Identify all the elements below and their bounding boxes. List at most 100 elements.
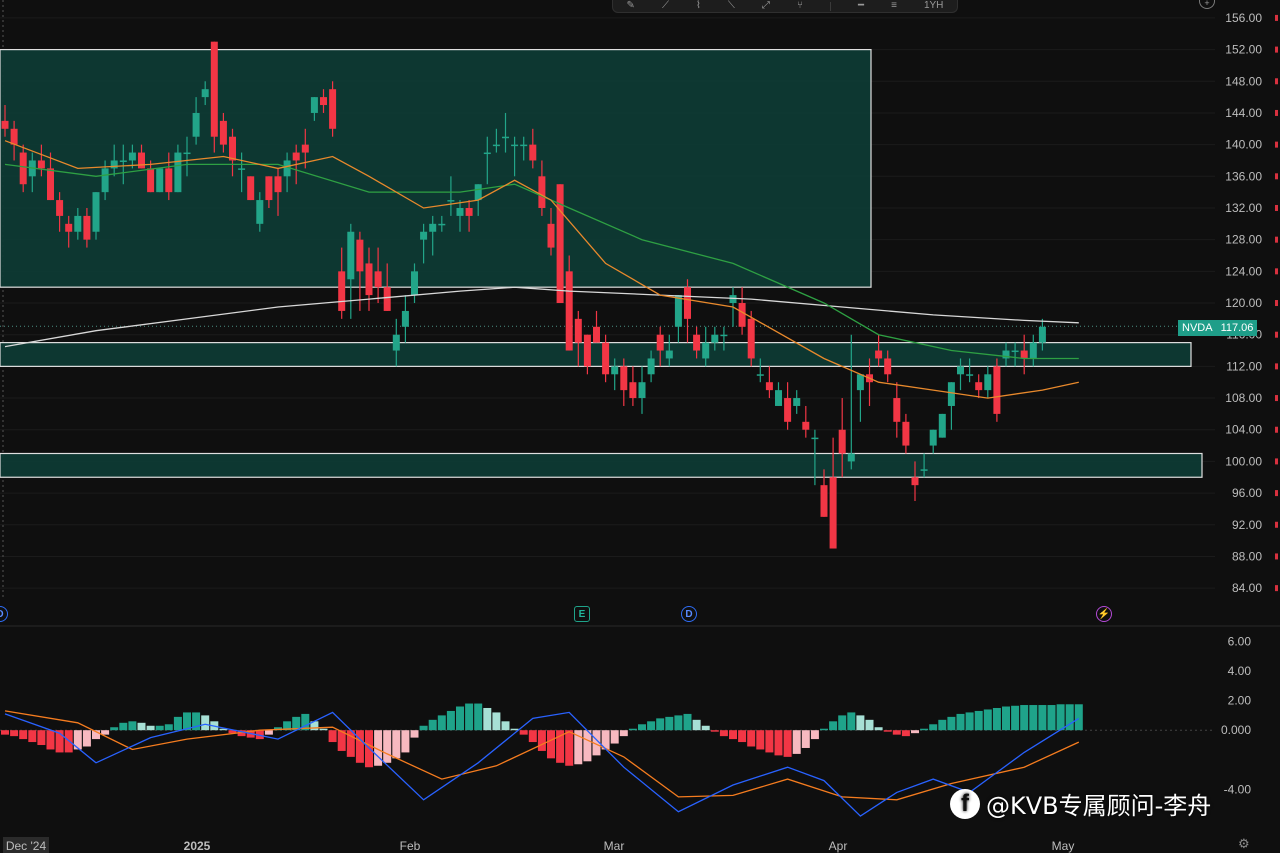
candle-body — [74, 215, 82, 232]
macd-histogram-bar — [756, 730, 765, 750]
interval-button[interactable]: 1YH — [924, 1, 943, 11]
watermark-text: @KVB专属顾问-李舟 — [986, 792, 1212, 820]
macd-histogram-bar — [173, 716, 182, 731]
candle-body — [274, 176, 282, 193]
brush-icon[interactable]: ✎ — [627, 1, 635, 11]
dividend-badge[interactable]: D — [681, 606, 697, 622]
candle-body — [665, 350, 673, 359]
fork-icon[interactable]: ⑂ — [797, 1, 803, 11]
macd-histogram-bar — [28, 730, 37, 743]
ray-icon[interactable]: ⤢ — [762, 1, 770, 11]
macd-histogram-bar — [765, 730, 774, 753]
macd-histogram-bar — [1074, 704, 1083, 731]
candle-body — [19, 152, 27, 185]
anchor-icon[interactable]: ⌇ — [696, 1, 701, 11]
candle-body — [392, 334, 400, 351]
candle-body — [702, 342, 710, 359]
candle-body — [947, 382, 955, 406]
gear-icon[interactable]: ⚙ — [1238, 836, 1250, 852]
macd-histogram-bar — [1029, 705, 1038, 731]
candle-body — [156, 168, 164, 193]
candle-body — [984, 374, 992, 391]
watermark: f @KVB专属顾问-李舟 — [950, 786, 1211, 821]
candle-body — [92, 192, 100, 232]
candle-body — [684, 287, 691, 319]
price-tick-label: 128.00 — [1225, 233, 1262, 247]
price-zone — [0, 48, 872, 288]
fib-icon[interactable]: ≡ — [891, 1, 897, 11]
earnings-badge[interactable]: E — [574, 606, 590, 622]
macd-histogram-bar — [437, 715, 446, 731]
axis-marker — [1275, 585, 1278, 592]
candle-body — [110, 160, 118, 169]
macd-histogram-bar — [1056, 704, 1065, 731]
trend-icon[interactable]: ⟍ — [728, 1, 735, 11]
macd-axis: 6.00 4.00 2.00 0.000 -4.00 — [1221, 634, 1251, 796]
macd-histogram-bar — [965, 712, 974, 731]
candle-body — [929, 429, 937, 446]
macd-histogram-bar — [674, 715, 683, 731]
candle-body — [938, 413, 946, 438]
hline-icon[interactable]: ━ — [858, 1, 864, 11]
candle-body — [993, 366, 1001, 414]
macd-histogram-bar — [938, 719, 947, 731]
macd-histogram-bar — [783, 730, 792, 757]
time-axis: Dec '24 2025 Feb Mar Apr May — [3, 837, 1074, 853]
macd-histogram-bar — [10, 730, 19, 737]
candle-body — [856, 374, 864, 391]
price-tick-label: 92.00 — [1232, 518, 1262, 532]
axis-marker — [1275, 236, 1278, 243]
macd-histogram-bar — [1011, 705, 1020, 731]
candle-body — [347, 231, 355, 280]
candle-body — [174, 152, 182, 193]
macd-histogram-bar — [747, 730, 756, 747]
macd-histogram-bar — [37, 730, 46, 746]
macd-histogram-bar — [146, 725, 155, 731]
macd-histogram-bar — [874, 727, 883, 731]
candle-body — [201, 89, 209, 98]
candle-body — [656, 334, 664, 351]
macd-histogram-bar — [1020, 705, 1029, 731]
last-price-tag: NVDA 117.06 — [1178, 320, 1258, 336]
macd-histogram-bar — [911, 730, 919, 734]
axis-marker — [1275, 173, 1278, 180]
price-tick-label: 156.00 — [1225, 11, 1262, 25]
macd-histogram-bar — [774, 730, 783, 756]
macd-histogram-bar — [829, 721, 838, 731]
last-price-value: 117.06 — [1220, 322, 1254, 334]
candle-body — [957, 366, 964, 375]
candle-body — [447, 200, 455, 202]
macd-histogram-bar — [947, 716, 956, 731]
candle-body — [183, 152, 191, 155]
candle-body — [574, 318, 582, 343]
price-tick-label: 104.00 — [1225, 423, 1262, 437]
macd-histogram-bar — [73, 730, 82, 750]
event-badge[interactable]: ⚡ — [1096, 606, 1112, 622]
candle-body — [511, 144, 519, 147]
macd-histogram-bar — [465, 703, 474, 731]
macd-histogram-bar — [510, 728, 519, 731]
macd-histogram-bar — [838, 715, 847, 731]
candle-body — [638, 382, 646, 399]
candle-body — [693, 334, 701, 351]
candle-body — [256, 200, 264, 224]
candle-body — [674, 295, 682, 327]
price-chart[interactable]: 156.00 152.00 148.00 144.00 140.00 136.00 132.… — [0, 0, 1280, 853]
macd-histogram-bar — [537, 730, 546, 751]
candle-body — [420, 231, 428, 240]
time-tick-label: Mar — [604, 839, 625, 853]
path-icon[interactable]: ⟋ — [662, 1, 669, 11]
candle-body — [738, 303, 746, 327]
macd-histogram-bar — [519, 730, 528, 735]
support-resistance-zones — [0, 48, 1203, 478]
candle-body — [119, 160, 127, 162]
macd-tick-label: -4.00 — [1224, 782, 1252, 796]
candle-body — [629, 382, 637, 399]
macd-histogram-bar — [883, 730, 892, 732]
candle-body — [647, 358, 655, 375]
candle-body — [238, 168, 246, 170]
price-tick-label: 136.00 — [1225, 169, 1262, 183]
macd-histogram-bar — [810, 730, 819, 740]
macd-histogram-bar — [483, 707, 492, 731]
axis-marker — [1275, 46, 1278, 53]
